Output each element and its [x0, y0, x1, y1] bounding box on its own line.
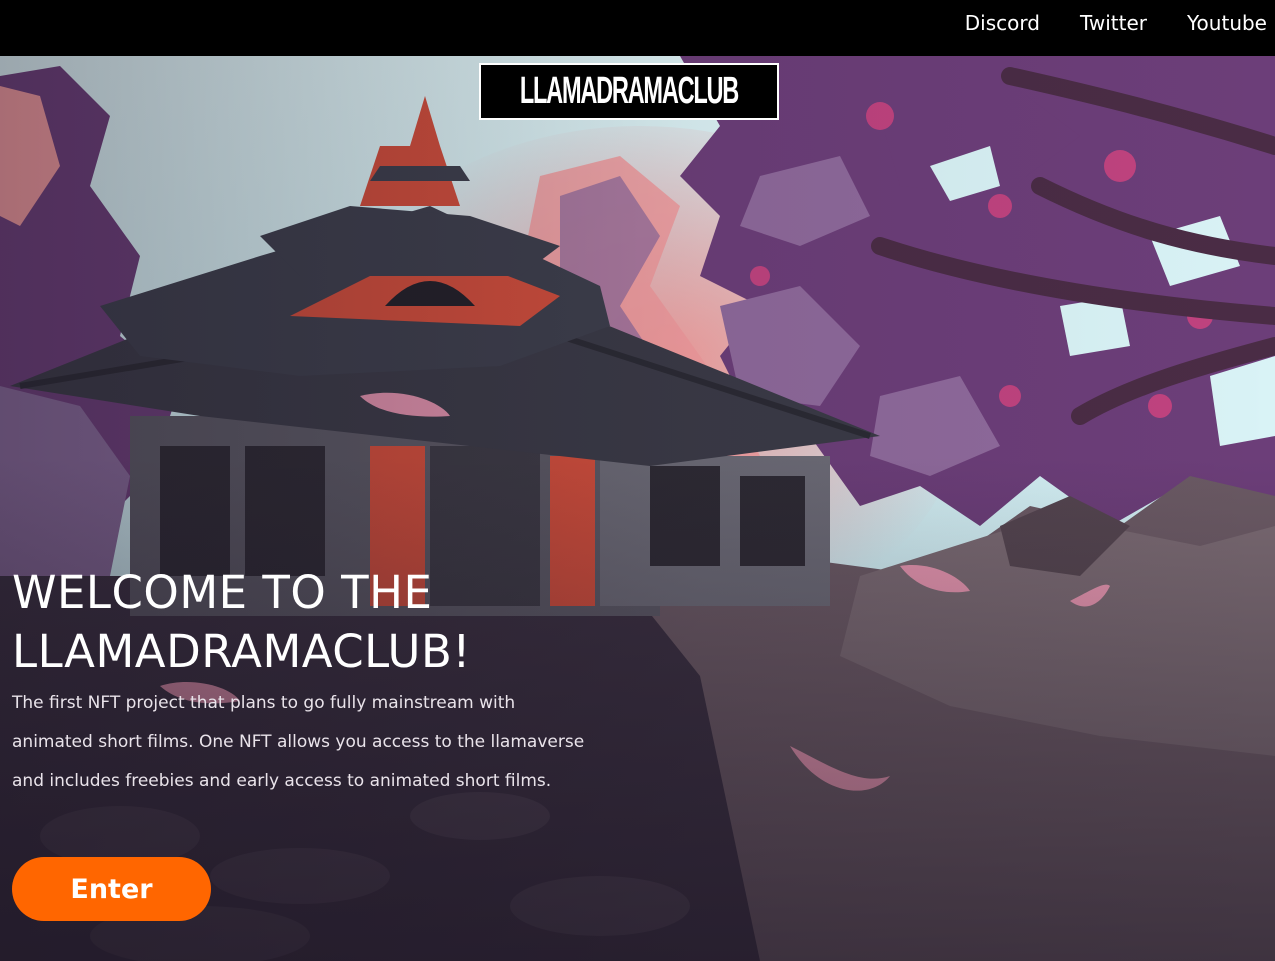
hero-description: The first NFT project that plans to go f… — [12, 693, 585, 791]
top-navigation-bar: Discord Twitter Youtube — [0, 0, 1275, 56]
enter-button[interactable]: Enter — [12, 857, 211, 921]
nav-link-twitter[interactable]: Twitter — [1080, 11, 1147, 35]
hero-title: WELCOME TO THE LLAMADRAMACLUB! — [12, 566, 471, 678]
nav-link-youtube[interactable]: Youtube — [1187, 11, 1267, 35]
temple-scene-illustration — [0, 56, 1275, 961]
hero-background-illustration — [0, 56, 1275, 961]
top-nav: Discord Twitter Youtube — [925, 0, 1275, 46]
site-logo[interactable]: LLAMADRAMACLUB — [479, 63, 779, 120]
logo-text: LLAMADRAMACLUB — [519, 70, 739, 112]
nav-link-discord[interactable]: Discord — [965, 11, 1040, 35]
